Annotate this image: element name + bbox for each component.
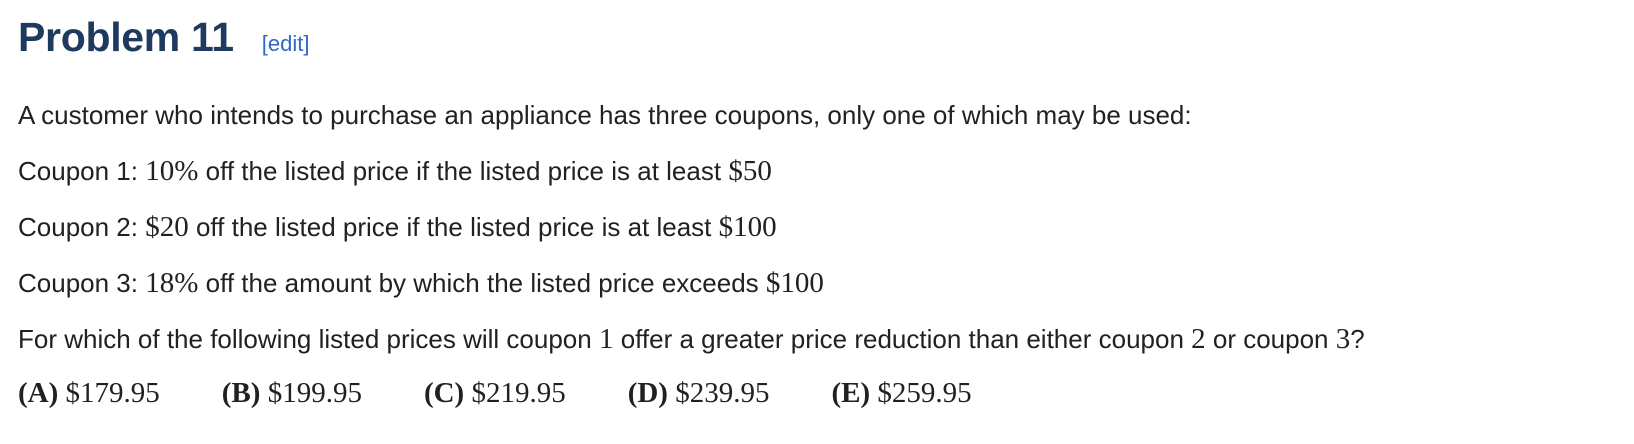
question-text: offer a greater price reduction than eit… — [620, 324, 1184, 354]
choice-c: (C) $219.95 — [424, 376, 566, 410]
coupon-label: Coupon 3: — [18, 268, 138, 298]
coupon-threshold: $50 — [728, 155, 772, 187]
coupon-2: Coupon 2: $20 off the listed price if th… — [18, 210, 1618, 244]
coupon-number: 1 — [598, 323, 614, 355]
coupon-number: 3 — [1335, 323, 1351, 355]
coupon-text: off the listed price if the listed price… — [205, 156, 722, 186]
section-heading: Problem 11 [edit] — [18, 14, 1618, 76]
coupon-label: Coupon 1: — [18, 156, 138, 186]
coupon-threshold: $100 — [765, 267, 824, 299]
choice-value: $179.95 — [65, 377, 160, 409]
coupon-label: Coupon 2: — [18, 212, 138, 242]
choice-letter: (C) — [423, 377, 465, 409]
edit-link[interactable]: [edit] — [262, 31, 310, 57]
choice-b: (B) $199.95 — [222, 376, 362, 410]
intro-paragraph: A customer who intends to purchase an ap… — [18, 100, 1192, 130]
coupon-number: 2 — [1191, 323, 1206, 355]
question-paragraph: For which of the following listed prices… — [18, 322, 1618, 356]
choice-letter: (D) — [627, 377, 668, 409]
choice-e: (E) $259.95 — [831, 376, 971, 410]
coupon-1: Coupon 1: 10% off the listed price if th… — [18, 154, 1618, 188]
choice-letter: (A) — [18, 377, 59, 409]
choice-a: (A) $179.95 — [18, 376, 160, 410]
question-text: For which of the following listed prices… — [18, 324, 592, 354]
edit-bracket-close: ] — [303, 31, 310, 56]
question-text: or coupon — [1212, 324, 1329, 354]
edit-link-label[interactable]: edit — [268, 31, 303, 56]
coupon-amount: 10% — [145, 155, 199, 187]
choice-value: $239.95 — [675, 377, 770, 409]
coupon-amount: $20 — [145, 211, 189, 243]
choice-value: $199.95 — [267, 377, 362, 409]
choice-value: $259.95 — [877, 377, 972, 409]
choice-value: $219.95 — [471, 377, 566, 409]
coupon-text: off the amount by which the listed price… — [205, 268, 759, 298]
coupon-3: Coupon 3: 18% off the amount by which th… — [18, 266, 1618, 300]
question-mark: ? — [1350, 324, 1365, 354]
coupon-amount: 18% — [145, 267, 199, 299]
answer-choices: (A) $179.95 (B) $199.95 (C) $219.95 (D) … — [18, 376, 1618, 410]
choice-letter: (B) — [221, 377, 261, 409]
choice-letter: (E) — [831, 377, 871, 409]
choice-d: (D) $239.95 — [628, 376, 770, 410]
coupon-text: off the listed price if the listed price… — [195, 212, 712, 242]
page-title: Problem 11 — [18, 14, 234, 60]
problem-page: Problem 11 [edit] A customer who intends… — [18, 14, 1618, 410]
coupon-threshold: $100 — [718, 211, 777, 243]
